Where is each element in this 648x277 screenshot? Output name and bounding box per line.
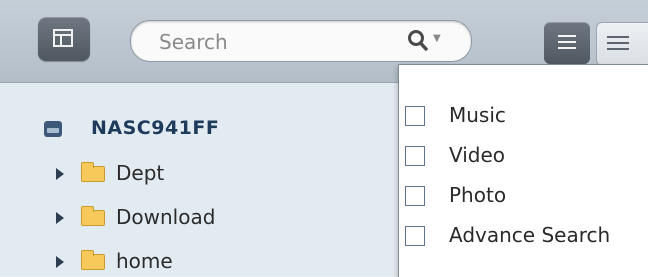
menu-item-label: Music: [449, 103, 506, 127]
layout-toggle-button[interactable]: [38, 17, 90, 61]
panel-layout-icon: [53, 29, 73, 47]
advance-search-checkbox[interactable]: [405, 226, 425, 246]
video-checkbox[interactable]: [405, 146, 425, 166]
search-filter-menu: Music Video Photo Advance Search: [398, 64, 648, 277]
tree-item-label: Download: [116, 205, 216, 229]
expand-arrow-icon[interactable]: [56, 256, 64, 268]
music-checkbox[interactable]: [405, 106, 425, 126]
menu-item-label: Photo: [449, 183, 507, 207]
tree-item-label: Dept: [116, 161, 165, 185]
menu-item-label: Advance Search: [449, 223, 611, 247]
expand-arrow-icon[interactable]: [56, 168, 64, 180]
tree-item-label: home: [116, 249, 173, 273]
expand-arrow-icon[interactable]: [56, 212, 64, 224]
menu-item-label: Video: [449, 143, 506, 167]
folder-icon: [81, 250, 105, 270]
detail-view-button[interactable]: [596, 22, 648, 66]
nas-device-icon: [44, 121, 62, 137]
search-options-dropdown-icon[interactable]: ▼: [433, 33, 441, 44]
search-input[interactable]: [157, 27, 391, 57]
folder-tree: NASC941FF Dept Download home: [0, 83, 398, 276]
tree-root-label: NASC941FF: [91, 117, 220, 139]
list-view-icon: [558, 35, 576, 53]
folder-icon: [81, 206, 105, 226]
search-box: ▼: [130, 20, 472, 62]
photo-checkbox[interactable]: [405, 186, 425, 206]
detail-view-icon: [607, 36, 629, 54]
folder-icon: [81, 162, 105, 182]
list-view-button[interactable]: [544, 22, 590, 64]
search-icon[interactable]: [407, 29, 429, 53]
